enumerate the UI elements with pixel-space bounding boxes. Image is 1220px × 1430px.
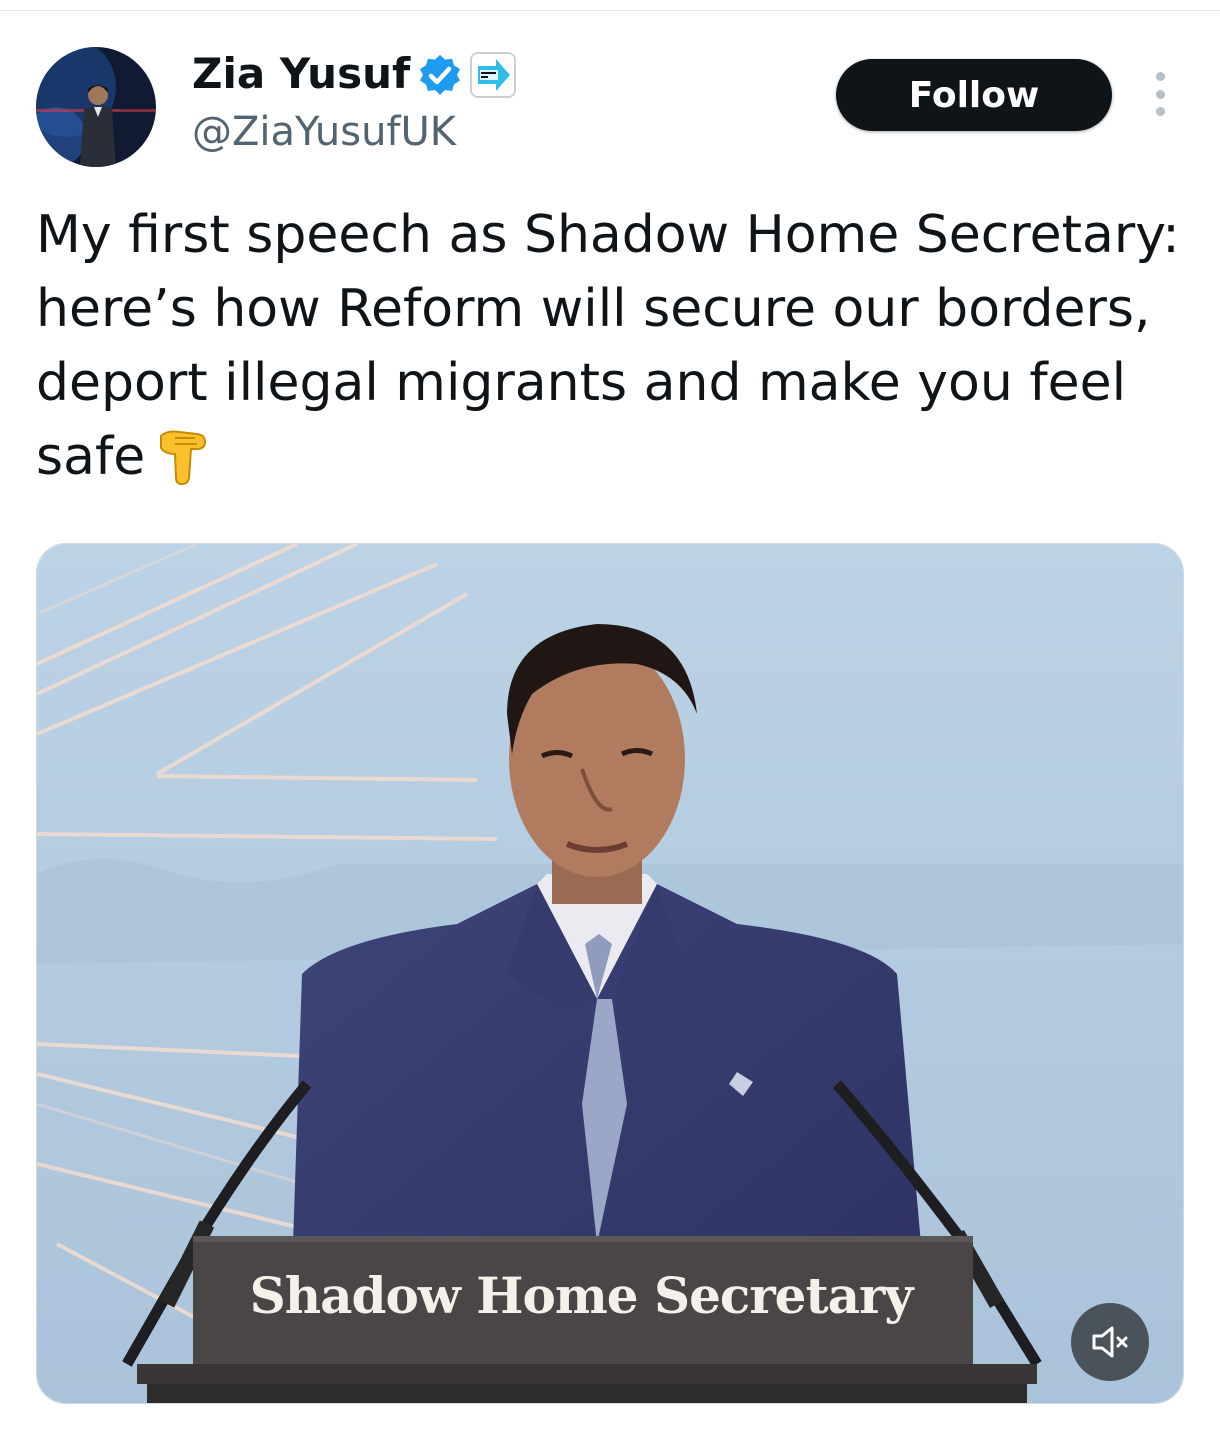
follow-button[interactable]: Follow <box>836 59 1112 131</box>
more-options-icon[interactable] <box>1148 72 1172 116</box>
avatar-image <box>36 47 156 167</box>
muted-speaker-icon[interactable] <box>1071 1303 1149 1381</box>
video-player[interactable]: Shadow Home Secretary <box>36 543 1184 1404</box>
backhand-index-pointing-down-icon <box>153 428 209 488</box>
reform-uk-affiliate-icon[interactable] <box>470 52 516 98</box>
user-handle[interactable]: @ZiaYusufUK <box>192 106 456 158</box>
display-name[interactable]: Zia Yusuf <box>192 48 410 100</box>
tweet-text: My first speech as Shadow Home Secretary… <box>36 198 1186 494</box>
podium-sign: Shadow Home Secretary <box>249 1266 914 1325</box>
verified-badge-icon[interactable] <box>418 54 462 98</box>
top-divider <box>0 10 1220 11</box>
avatar[interactable] <box>36 47 156 167</box>
